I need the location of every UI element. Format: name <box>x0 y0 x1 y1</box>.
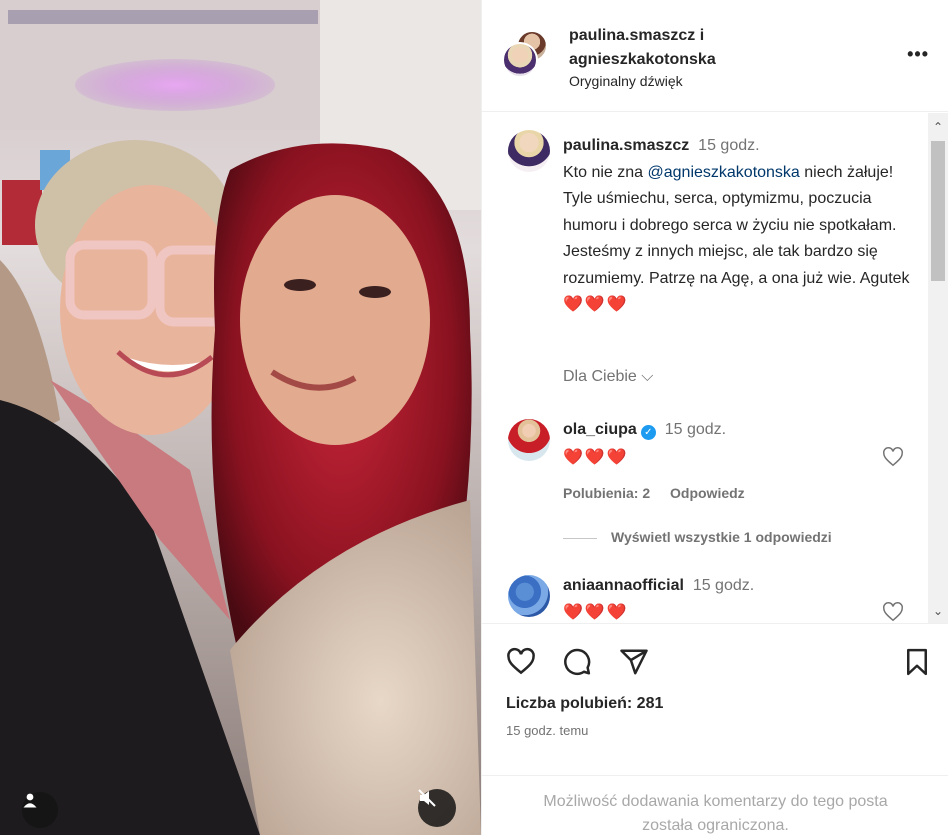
caption-time[interactable]: 15 godz. <box>698 137 759 154</box>
comment-username[interactable]: ola_ciupa <box>563 421 637 438</box>
mute-toggle-button[interactable] <box>418 789 456 827</box>
share-send-icon[interactable] <box>619 647 649 677</box>
caption-text-before: Kto nie zna <box>563 163 648 181</box>
view-replies-button[interactable]: Wyświetl wszystkie 1 odpowiedzi <box>563 529 832 545</box>
comment-like-heart-icon[interactable] <box>882 446 904 468</box>
scrollbar-thumb[interactable] <box>931 141 945 281</box>
comment-header: ola_ciupa ✓ 15 godz. <box>563 421 726 440</box>
comment-text: ❤️❤️❤️ <box>563 449 629 466</box>
scroll-down-arrow-icon[interactable]: ⌄ <box>932 605 944 617</box>
comment-username[interactable]: aniaannaofficial <box>563 577 684 594</box>
reply-button[interactable]: Odpowiedz <box>670 485 745 501</box>
post-photo <box>0 0 481 835</box>
chevron-down-icon: ⌵ <box>641 368 654 385</box>
verified-badge-icon: ✓ <box>640 425 656 440</box>
caption-username[interactable]: paulina.smaszcz <box>563 137 689 154</box>
audio-label[interactable]: Oryginalny dźwięk <box>569 73 683 89</box>
post-header: paulina.smaszcz i agnieszkakotonska Oryg… <box>482 0 948 112</box>
comment-bubble-icon[interactable] <box>562 647 592 677</box>
comments-list[interactable]: paulina.smaszcz 15 godz. Kto nie zna @ag… <box>482 113 948 623</box>
comment-text: ❤️❤️❤️ <box>563 604 629 621</box>
comments-scrollbar[interactable]: ⌃ ⌄ <box>928 113 948 623</box>
comments-restricted-notice: Możliwość dodawania komentarzy do tego p… <box>482 775 948 835</box>
caption-mention[interactable]: @agnieszkakotonska <box>648 164 800 181</box>
bookmark-save-icon[interactable] <box>902 647 932 677</box>
post-timestamp[interactable]: 15 godz. temu <box>506 723 588 738</box>
post-caption: paulina.smaszcz 15 godz. Kto nie zna @ag… <box>563 133 913 319</box>
speaker-muted-icon <box>418 789 436 807</box>
collab-usernames: paulina.smaszcz i agnieszkakotonska <box>569 24 716 72</box>
avatar[interactable] <box>508 419 550 461</box>
author-username[interactable]: paulina.smaszcz i <box>569 24 716 48</box>
view-replies-label: Wyświetl wszystkie 1 odpowiedzi <box>611 529 832 545</box>
comment-like-heart-icon[interactable] <box>882 601 904 623</box>
likes-count[interactable]: Liczba polubień: 281 <box>506 695 663 713</box>
scroll-up-arrow-icon[interactable]: ⌃ <box>932 121 944 133</box>
comment-likes-link[interactable]: Polubienia: 2 <box>563 485 650 501</box>
filter-label: Dla Ciebie <box>563 368 637 385</box>
caption-emoji: ❤️❤️❤️ <box>563 296 629 313</box>
comment-time[interactable]: 15 godz. <box>693 577 754 594</box>
avatar <box>502 42 538 78</box>
like-heart-icon[interactable] <box>506 647 536 677</box>
divider <box>563 537 597 539</box>
avatar[interactable] <box>508 130 550 172</box>
comment-meta: Polubienia: 2 Odpowiedz <box>563 485 761 501</box>
post-actions: Liczba polubień: 281 15 godz. temu <box>482 623 948 775</box>
collab-avatars[interactable] <box>502 30 548 80</box>
comment-header: aniaannaofficial 15 godz. <box>563 577 754 595</box>
post-media[interactable] <box>0 0 481 835</box>
more-icon[interactable]: ••• <box>907 44 929 65</box>
avatar[interactable] <box>508 575 550 617</box>
collab-username[interactable]: agnieszkakotonska <box>569 48 716 72</box>
tagged-users-button[interactable] <box>22 792 58 828</box>
user-icon <box>23 793 37 808</box>
caption-text-after: niech żałuje! Tyle uśmiechu, serca, opty… <box>563 163 910 287</box>
comment-time[interactable]: 15 godz. <box>665 421 726 438</box>
dla-ciebie-filter[interactable]: Dla Ciebie ⌵ <box>563 368 653 386</box>
post-details-panel: paulina.smaszcz i agnieszkakotonska Oryg… <box>481 0 948 835</box>
